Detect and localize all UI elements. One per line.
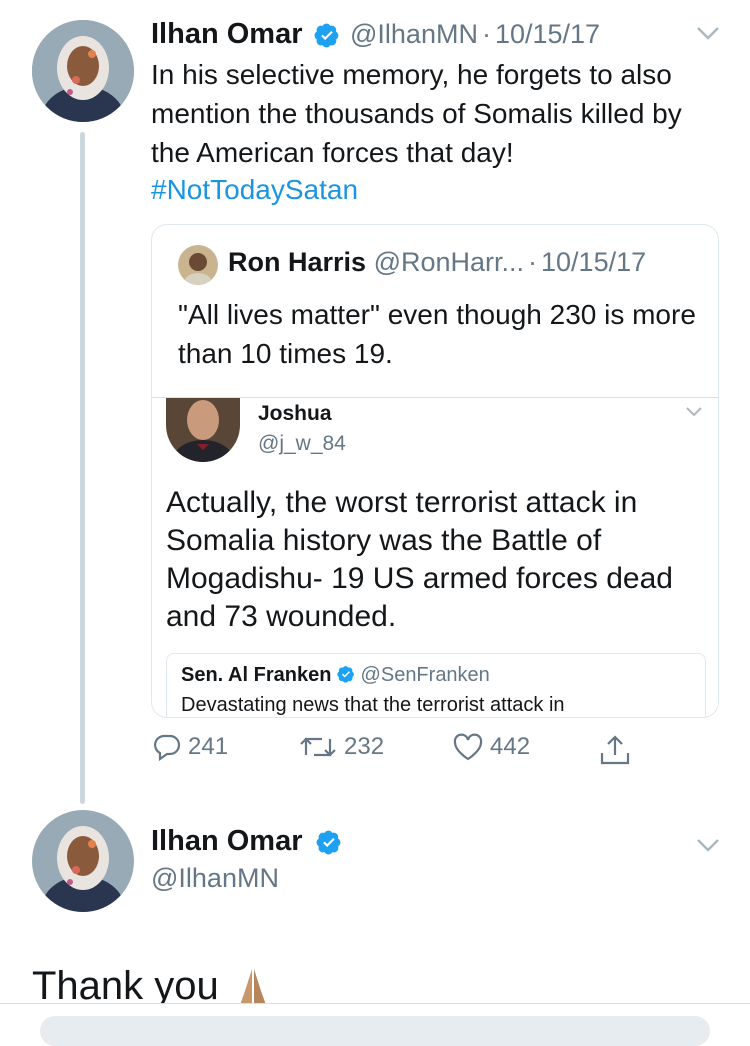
heart-icon	[453, 733, 483, 761]
quote-header: Ron Harris @RonHarr... · 10/15/17	[228, 247, 646, 278]
tweet-text-content: Thank you	[32, 964, 219, 1004]
quote-date: 10/15/17	[541, 247, 647, 277]
divider	[0, 1003, 750, 1004]
inner-author-handle: @j_w_84	[258, 432, 346, 455]
inner-avatar	[166, 398, 240, 462]
chevron-down-icon[interactable]	[696, 838, 720, 857]
quoted-tweet-card[interactable]: Ron Harris @RonHarr... · 10/15/17 "All liv…	[151, 224, 719, 718]
reply-icon	[154, 734, 181, 761]
verified-badge-icon	[337, 666, 354, 683]
author-name[interactable]: Ilhan Omar	[151, 18, 303, 51]
share-button[interactable]	[598, 733, 638, 767]
tweet-text: In his selective memory, he forgets to a…	[151, 59, 682, 168]
reply-button[interactable]: 241	[152, 733, 228, 761]
like-button[interactable]: 442	[452, 733, 530, 761]
embedded-screenshot: Joshua @j_w_84 Actually, the worst terro…	[152, 397, 718, 717]
author-handle[interactable]: @IlhanMN · 10/15/17	[350, 19, 600, 50]
thread-connector-line	[80, 132, 85, 804]
reply-input-box[interactable]	[40, 1016, 710, 1046]
avatar[interactable]	[32, 810, 134, 912]
nested-quote-card: Sen. Al Franken @SenFranken Devastating …	[166, 653, 706, 717]
verified-badge-icon	[316, 829, 342, 860]
chevron-down-icon[interactable]	[696, 26, 720, 45]
share-icon	[600, 735, 630, 765]
handle-text: @IlhanMN	[350, 19, 478, 49]
retweet-icon	[300, 737, 336, 757]
nested-author-handle: @SenFranken	[360, 664, 490, 686]
avatar-image	[32, 20, 134, 122]
avatar[interactable]	[32, 20, 134, 122]
author-handle[interactable]: @IlhanMN	[151, 863, 279, 894]
verified-badge-icon	[314, 22, 340, 53]
inner-tweet-text: Actually, the worst terrorist attack in …	[166, 486, 673, 633]
praying-hands-icon	[240, 969, 266, 1004]
quote-author-handle: @RonHarr...	[373, 247, 525, 277]
quote-text: "All lives matter" even though 230 is mo…	[178, 299, 696, 369]
tweet-date[interactable]: 10/15/17	[495, 19, 600, 49]
inner-chevron-down-icon	[686, 404, 702, 422]
hashtag-link[interactable]: #NotTodaySatan	[151, 170, 358, 209]
like-count: 442	[490, 733, 531, 760]
retweet-button[interactable]: 232	[298, 733, 384, 761]
reply-count: 241	[188, 733, 229, 760]
nested-header: Sen. Al Franken @SenFranken	[181, 664, 490, 687]
separator-dot: ·	[481, 19, 491, 49]
separator-dot: ·	[528, 247, 538, 277]
avatar-image	[32, 810, 134, 912]
tweet-text: Thank you	[32, 964, 276, 1004]
nested-author-name: Sen. Al Franken	[181, 664, 332, 686]
author-name[interactable]: Ilhan Omar	[151, 825, 303, 858]
quote-author-name: Ron Harris	[228, 247, 367, 277]
inner-author-name: Joshua	[258, 402, 332, 425]
quote-avatar	[178, 245, 218, 285]
nested-tweet-text: Devastating news that the terrorist atta…	[181, 694, 565, 716]
retweet-count: 232	[344, 733, 385, 760]
